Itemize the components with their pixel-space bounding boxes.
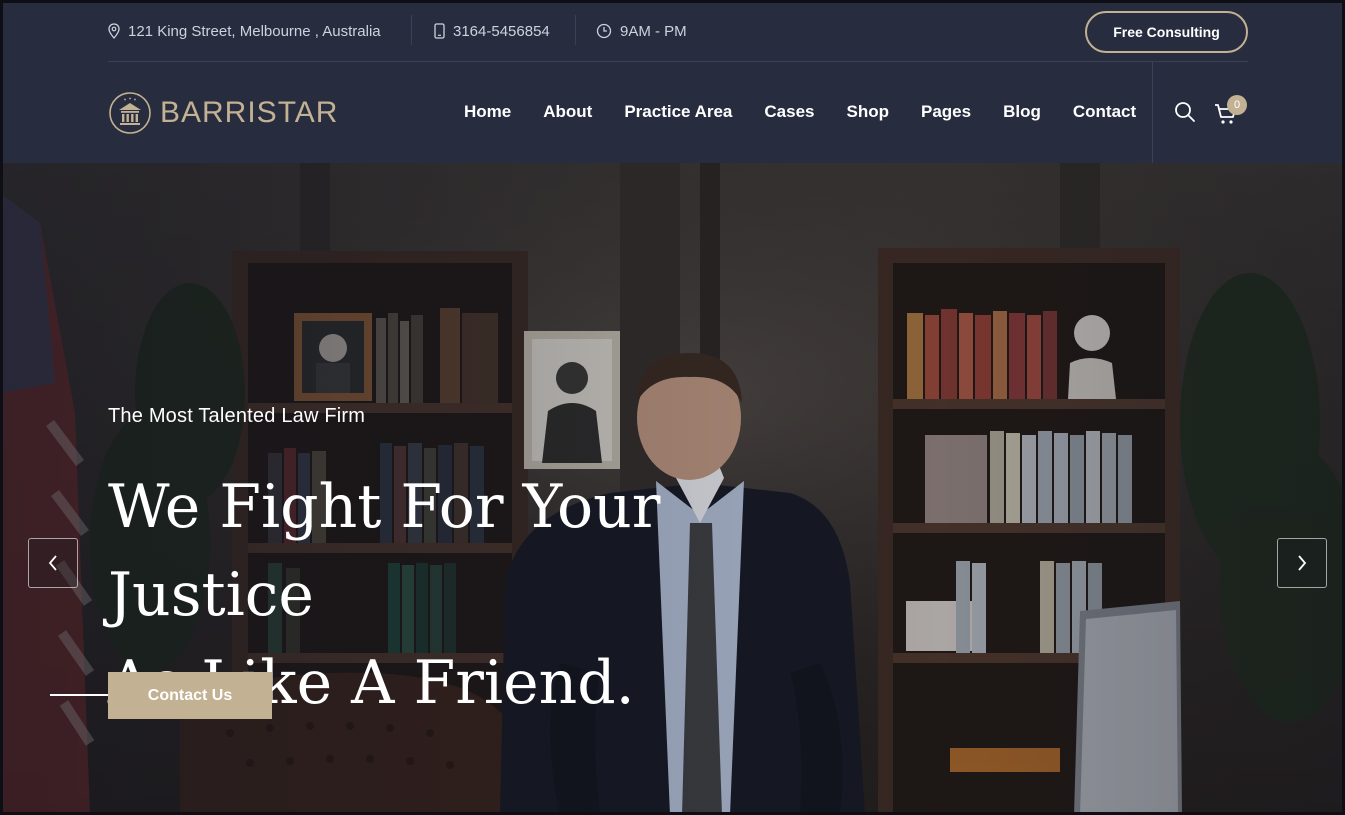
divider [1152, 62, 1153, 163]
nav-item-shop[interactable]: Shop [847, 102, 890, 122]
primary-nav: Home About Practice Area Cases Shop Page… [464, 102, 1168, 122]
mobile-phone-icon [434, 23, 445, 39]
hero-slider: The Most Talented Law Firm We Fight For … [0, 163, 1345, 815]
divider [575, 15, 576, 45]
location-pin-icon [108, 23, 120, 39]
chevron-right-icon [1298, 555, 1307, 571]
logo[interactable]: BARRISTAR [108, 90, 338, 136]
hero-headline-line-1: We Fight For Your Justice [108, 472, 661, 630]
nav-item-pages[interactable]: Pages [921, 102, 971, 122]
slider-next-button[interactable] [1277, 538, 1327, 588]
contact-us-button[interactable]: Contact Us [108, 672, 272, 719]
phone-info: 3164-5456854 [434, 20, 550, 42]
free-consulting-button[interactable]: Free Consulting [1085, 11, 1248, 53]
nav-item-cases[interactable]: Cases [764, 102, 814, 122]
phone-text[interactable]: 3164-5456854 [453, 23, 550, 40]
hero-subtitle: The Most Talented Law Firm [108, 405, 366, 427]
hours-info: 9AM - PM [596, 20, 687, 42]
hours-text: 9AM - PM [620, 22, 687, 40]
address-text: 121 King Street, Melbourne , Australia [128, 22, 381, 40]
nav-item-about[interactable]: About [543, 102, 592, 122]
slider-prev-button[interactable] [28, 538, 78, 588]
brand-name: BARRISTAR [160, 96, 339, 129]
search-icon[interactable] [1174, 101, 1196, 123]
nav-item-practice-area[interactable]: Practice Area [624, 102, 732, 122]
site-header: 121 King Street, Melbourne , Australia 3… [0, 0, 1345, 163]
clock-icon [596, 23, 612, 39]
courthouse-logo-icon [109, 92, 151, 134]
nav-item-blog[interactable]: Blog [1003, 102, 1041, 122]
chevron-left-icon [48, 555, 57, 571]
main-nav-bar: BARRISTAR Home About Practice Area Cases… [108, 62, 1248, 163]
nav-item-contact[interactable]: Contact [1073, 102, 1136, 122]
nav-item-home[interactable]: Home [464, 102, 511, 122]
address-info: 121 King Street, Melbourne , Australia [108, 20, 381, 42]
cart-count-badge: 0 [1227, 95, 1247, 115]
divider [411, 15, 412, 45]
top-bar: 121 King Street, Melbourne , Australia 3… [108, 0, 1248, 62]
